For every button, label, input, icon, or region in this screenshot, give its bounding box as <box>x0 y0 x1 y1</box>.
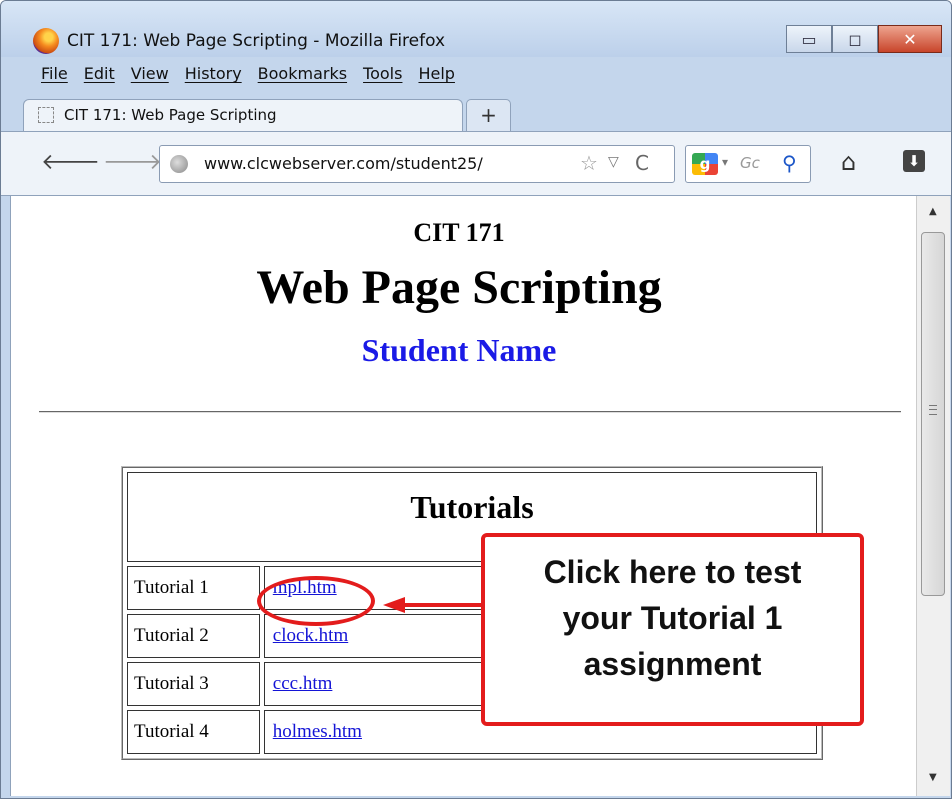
url-history-dropdown-icon[interactable]: ▽ <box>608 154 619 170</box>
window-title: CIT 171: Web Page Scripting - Mozilla Fi… <box>67 31 446 51</box>
bookmark-star-icon[interactable]: ☆ <box>580 151 598 175</box>
close-icon: ✕ <box>903 29 917 49</box>
tutorial-label: Tutorial 3 <box>127 662 260 706</box>
student-name: Student Name <box>361 332 557 368</box>
url-bar[interactable]: www.clcwebserver.com/student25/ ☆ ▽ C <box>159 145 675 183</box>
course-heading: CIT 171 <box>413 218 505 247</box>
tutorial-2-link[interactable]: clock.htm <box>273 625 348 646</box>
window-controls: ▭ ◻ ✕ <box>786 25 942 53</box>
new-tab-button[interactable]: + <box>466 99 511 131</box>
reload-icon[interactable]: C <box>635 151 649 175</box>
grip-icon <box>929 405 937 415</box>
vertical-scrollbar[interactable]: ▲ ▼ <box>916 196 950 796</box>
callout-line: Click here to test <box>543 554 802 590</box>
home-button[interactable]: ⌂ <box>841 148 856 176</box>
tutorial-label: Tutorial 2 <box>127 614 260 658</box>
tutorial-3-link[interactable]: ccc.htm <box>273 673 333 694</box>
search-engine-dropdown-icon[interactable]: ▾ <box>722 155 728 169</box>
tab-strip: CIT 171: Web Page Scripting + <box>1 91 951 131</box>
url-text[interactable]: www.clcwebserver.com/student25/ <box>204 154 483 173</box>
menu-file[interactable]: File <box>41 64 68 83</box>
page-content: CIT 171 Web Page Scripting Student Name … <box>10 196 916 796</box>
downloads-button[interactable]: ⬇ <box>903 150 925 172</box>
close-button[interactable]: ✕ <box>878 25 942 53</box>
menu-bookmarks[interactable]: Bookmarks <box>258 64 347 83</box>
home-icon: ⌂ <box>841 148 857 176</box>
annotation-callout: Click here to test your Tutorial 1 assig… <box>481 533 864 726</box>
page-title: Web Page Scripting <box>256 261 662 314</box>
forward-button[interactable]: 🡒 <box>103 152 162 174</box>
tutorial-4-link[interactable]: holmes.htm <box>273 721 362 742</box>
menu-bar: File Edit View History Bookmarks Tools H… <box>41 64 455 83</box>
search-input[interactable]: Gc <box>740 154 760 172</box>
navigation-toolbar: 🡐 🡒 www.clcwebserver.com/student25/ ☆ ▽ … <box>1 131 951 196</box>
annotation-ellipse <box>257 576 375 626</box>
globe-icon <box>170 155 188 173</box>
callout-line: your Tutorial 1 <box>562 600 783 636</box>
back-button[interactable]: 🡐 <box>41 152 100 174</box>
tutorial-label: Tutorial 1 <box>127 566 260 610</box>
annotation-arrow-icon <box>383 597 481 613</box>
menu-tools[interactable]: Tools <box>363 64 402 83</box>
scrollbar-thumb[interactable] <box>921 232 945 596</box>
callout-line: assignment <box>583 646 762 682</box>
forward-arrow-icon: 🡒 <box>103 150 162 175</box>
maximize-button[interactable]: ◻ <box>832 25 878 53</box>
scroll-down-icon[interactable]: ▼ <box>929 772 937 783</box>
menu-help[interactable]: Help <box>418 64 454 83</box>
blank-page-icon <box>38 107 54 123</box>
back-arrow-icon: 🡐 <box>41 150 100 175</box>
menu-edit[interactable]: Edit <box>84 64 115 83</box>
tab-cit171[interactable]: CIT 171: Web Page Scripting <box>23 99 463 131</box>
horizontal-rule <box>39 411 901 413</box>
search-bar[interactable]: g ▾ Gc ⚲ <box>685 145 811 183</box>
download-icon: ⬇ <box>907 152 921 170</box>
title-bar: CIT 171: Web Page Scripting - Mozilla Fi… <box>1 1 951 57</box>
minimize-icon: ▭ <box>801 29 817 49</box>
maximize-icon: ◻ <box>848 29 862 49</box>
plus-icon: + <box>480 103 497 127</box>
google-engine-icon[interactable]: g <box>692 153 718 175</box>
menu-view[interactable]: View <box>131 64 169 83</box>
scroll-up-icon[interactable]: ▲ <box>929 206 937 217</box>
search-icon[interactable]: ⚲ <box>782 151 797 175</box>
menu-history[interactable]: History <box>185 64 242 83</box>
tab-label: CIT 171: Web Page Scripting <box>64 106 277 124</box>
tutorial-label: Tutorial 4 <box>127 710 260 754</box>
minimize-button[interactable]: ▭ <box>786 25 832 53</box>
firefox-logo-icon <box>33 28 59 54</box>
